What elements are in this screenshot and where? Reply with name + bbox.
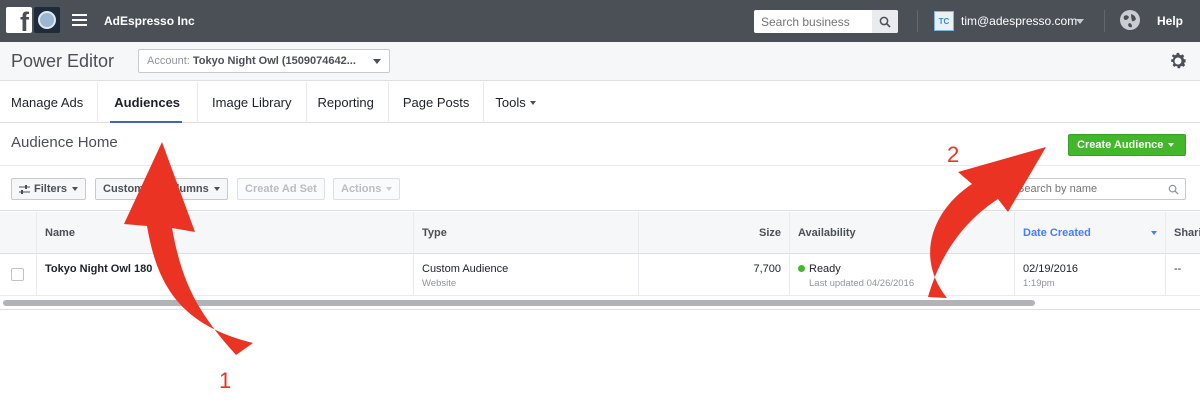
create-audience-button[interactable]: Create Audience [1068,134,1186,156]
horizontal-scrollbar[interactable] [0,296,1200,310]
column-header-sharing[interactable]: Shari [1166,212,1200,253]
chevron-down-icon [213,187,220,191]
audience-toolbar: Filters Customize Columns Create Ad Set … [0,167,1200,211]
filters-button[interactable]: Filters [11,178,87,200]
user-account-menu[interactable]: tim@adespresso.com [961,14,1077,28]
divider [1104,10,1105,32]
scrollbar-thumb[interactable] [3,300,1035,306]
filter-icon [19,184,30,194]
customize-columns-button[interactable]: Customize Columns [95,178,228,200]
audience-search [1010,178,1186,200]
search-input[interactable] [1011,179,1161,199]
chevron-down-icon [72,187,79,191]
chevron-down-icon [373,59,381,64]
actions-label: Actions [341,183,382,195]
annotation-label-1: 1 [219,368,232,393]
menu-icon[interactable] [72,14,87,26]
business-search-input[interactable] [754,10,872,33]
sharing-cell: -- [1174,263,1182,275]
account-prefix: Account: [147,55,190,67]
power-editor-logo-icon[interactable] [34,7,60,33]
facebook-logo-icon[interactable]: f [6,7,32,33]
audience-type: Custom Audience [422,263,509,275]
tab-bar: Manage Ads Audiences Image Library Repor… [0,82,1200,123]
account-value: Tokyo Night Owl (1509074642... [192,55,356,67]
tab-manage-ads[interactable]: Manage Ads [0,82,99,123]
audience-table: Name Type Size Availability Date Created… [0,212,1200,296]
select-all-column [0,212,37,253]
audience-type-cell: Custom Audience Website [414,254,639,295]
page-title: Power Editor [11,51,115,71]
business-search [754,10,898,33]
audience-subtype: Website [422,278,457,289]
tab-tools-label: Tools [495,95,526,110]
create-ad-set-button[interactable]: Create Ad Set [237,178,325,200]
help-link[interactable]: Help [1157,14,1183,28]
filters-label: Filters [34,183,68,195]
table-header-row: Name Type Size Availability Date Created… [0,212,1200,254]
audience-name[interactable]: Tokyo Night Owl 180 [37,254,414,295]
column-header-date-created[interactable]: Date Created [1015,212,1166,253]
create-audience-label: Create Audience [1077,139,1164,151]
tab-tools[interactable]: Tools [484,82,549,123]
column-header-size[interactable]: Size [639,212,790,253]
search-icon [1168,184,1179,195]
column-header-name[interactable]: Name [37,212,414,253]
globe-icon[interactable] [1120,10,1140,30]
account-selector[interactable]: Account: Tokyo Night Owl (1509074642... [138,49,390,73]
column-header-type[interactable]: Type [414,212,639,253]
actions-button[interactable]: Actions [333,178,401,200]
section-title: Audience Home [11,134,118,151]
status-text: Ready [809,263,841,275]
time-created: 1:19pm [1023,278,1055,289]
column-header-availability[interactable]: Availability [790,212,1015,253]
tab-reporting[interactable]: Reporting [307,82,389,123]
top-navigation-bar: f AdEspresso Inc TC tim@adespresso.com H… [0,0,1200,42]
row-select-cell [0,254,37,295]
chevron-down-icon [386,187,393,191]
date-created: 02/19/2016 [1023,263,1079,275]
search-icon [879,16,891,28]
tab-image-library[interactable]: Image Library [198,82,307,123]
sort-descending-icon [1151,231,1157,235]
divider [917,10,918,32]
table-row[interactable]: Tokyo Night Owl 180 Custom Audience Webs… [0,254,1200,296]
chevron-down-icon[interactable] [1076,19,1084,24]
search-button[interactable] [872,10,898,33]
chevron-down-icon [1168,143,1175,147]
last-updated: Last updated 04/26/2016 [809,278,915,289]
audience-size: 7,700 [639,254,790,295]
tab-audiences[interactable]: Audiences [98,82,199,123]
date-created-cell: 02/19/2016 1:19pm [1015,254,1166,295]
tab-page-posts[interactable]: Page Posts [389,82,485,123]
gear-icon[interactable] [1167,50,1189,72]
chevron-down-icon [529,100,536,105]
availability-cell: Ready Last updated 04/26/2016 [790,254,1015,295]
avatar[interactable]: TC [934,11,954,31]
customize-columns-label: Customize Columns [103,183,209,195]
business-name[interactable]: AdEspresso Inc [104,14,195,28]
search-button[interactable] [1161,179,1185,199]
annotation-label-2: 2 [947,142,960,167]
date-created-label: Date Created [1023,226,1091,239]
power-editor-header: Power Editor Account: Tokyo Night Owl (1… [0,42,1200,81]
audience-home-header: Audience Home Create Audience [0,123,1200,166]
status-dot-icon [798,265,805,272]
row-checkbox[interactable] [11,268,24,281]
